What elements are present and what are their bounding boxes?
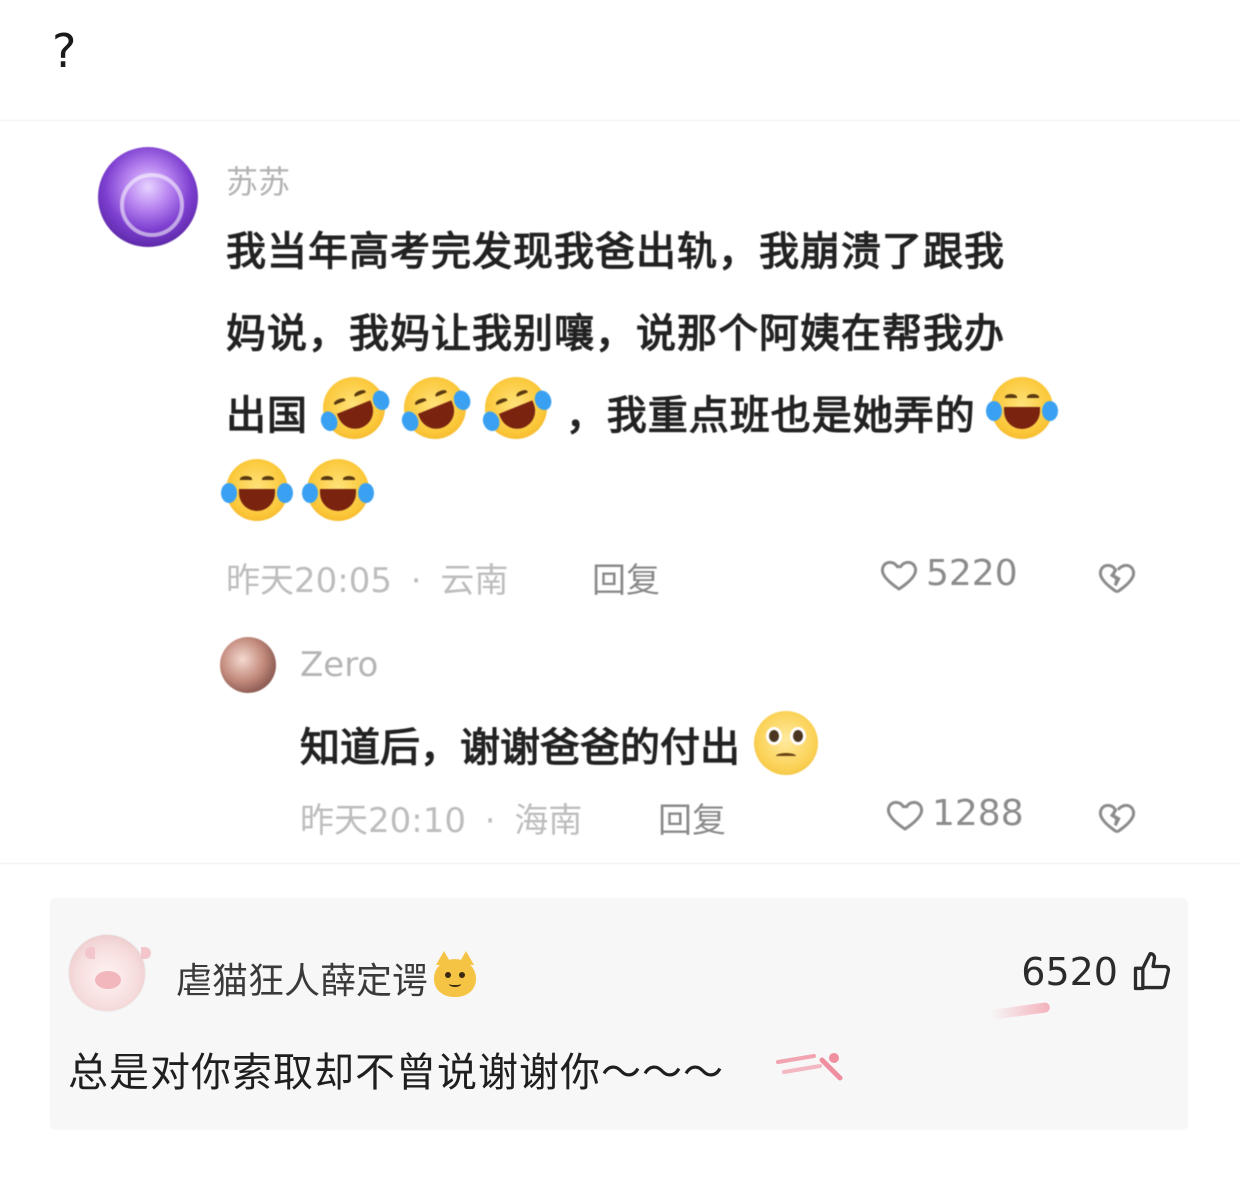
dislike-icon[interactable] [1096,797,1138,837]
comment-meta: 昨天20:05 · 云南 [226,553,508,602]
pleading-face-emoji-icon [753,711,818,775]
comment-text: 我当年高考完发现我爸出轨，我崩溃了跟我 妈说，我妈让我别嚷，说那个阿姨在帮我办 … [221,211,1146,539]
cat-face-emoji-icon [434,951,477,997]
comment-username[interactable]: 苏苏 [226,157,290,203]
heart-icon [886,800,924,831]
comment-text-fragment: 知道后，谢谢爸爸的付出 [300,725,740,771]
comment-text-line: 我当年高考完发现我爸出轨，我崩溃了跟我 [226,229,1005,275]
comment-text-line-3: 出国 ，我重点班也是她弄的 [226,367,1146,457]
post-caption: ? [52,24,77,78]
comment-location: 海南 [514,801,583,841]
thumbs-up-icon [1133,952,1171,991]
heart-icon [880,560,918,591]
avatar[interactable] [98,147,198,247]
comment-text: 总是对你索取却不曾说谢谢你～～～ [68,1050,724,1096]
comment-username[interactable]: Zero [300,645,378,685]
laughing-tears-emoji-icon [221,459,293,521]
like-button[interactable]: 1288 [884,793,1024,834]
sparkle-swoosh-icon [776,1053,843,1081]
laughing-tears-emoji-icon [313,367,395,449]
comment-text: 知道后，谢谢爸爸的付出 [300,711,818,775]
comment-username[interactable]: 虐猫狂人薛定谔 [176,952,428,1004]
comment-text-line: 妈说，我妈让我别嚷，说那个阿姨在帮我办 [226,311,1005,357]
dislike-icon[interactable] [1096,557,1138,597]
comment-text-fragment: 出国 [226,393,308,439]
comment-username-row[interactable]: 虐猫狂人薛定谔 [176,951,477,1004]
meta-separator: · [410,561,422,601]
embedded-screenshot: 苏苏 我当年高考完发现我爸出轨，我崩溃了跟我 妈说，我妈让我别嚷，说那个阿姨在帮… [0,120,1240,864]
comment-time: 昨天20:05 [226,561,392,601]
avatar[interactable] [68,934,151,1012]
laughing-tears-emoji-icon [301,459,374,521]
laughing-tears-emoji-icon [475,367,557,449]
emoji-line [221,457,1146,539]
like-count: 6520 [1021,950,1118,994]
meta-separator: · [484,801,496,841]
comment-text-fragment: ，我重点班也是她弄的 [565,393,976,439]
comment-meta: 昨天20:10 · 海南 [300,793,582,842]
comment-location: 云南 [440,561,509,601]
reply-button[interactable]: 回复 [592,553,660,602]
decorative-stroke [989,1001,1051,1021]
comment-card: 虐猫狂人薛定谔 6520 总是对你索取却不曾说谢谢你～～～ [50,898,1188,1130]
like-button[interactable]: 5220 [878,553,1018,594]
laughing-tears-emoji-icon [985,377,1058,439]
reply-button[interactable]: 回复 [658,793,726,842]
avatar[interactable] [220,637,276,693]
like-count: 5220 [926,553,1018,594]
laughing-tears-emoji-icon [394,367,476,449]
like-button[interactable]: 6520 [1021,950,1174,994]
comment-time: 昨天20:10 [300,801,466,841]
like-count: 1288 [932,793,1024,834]
